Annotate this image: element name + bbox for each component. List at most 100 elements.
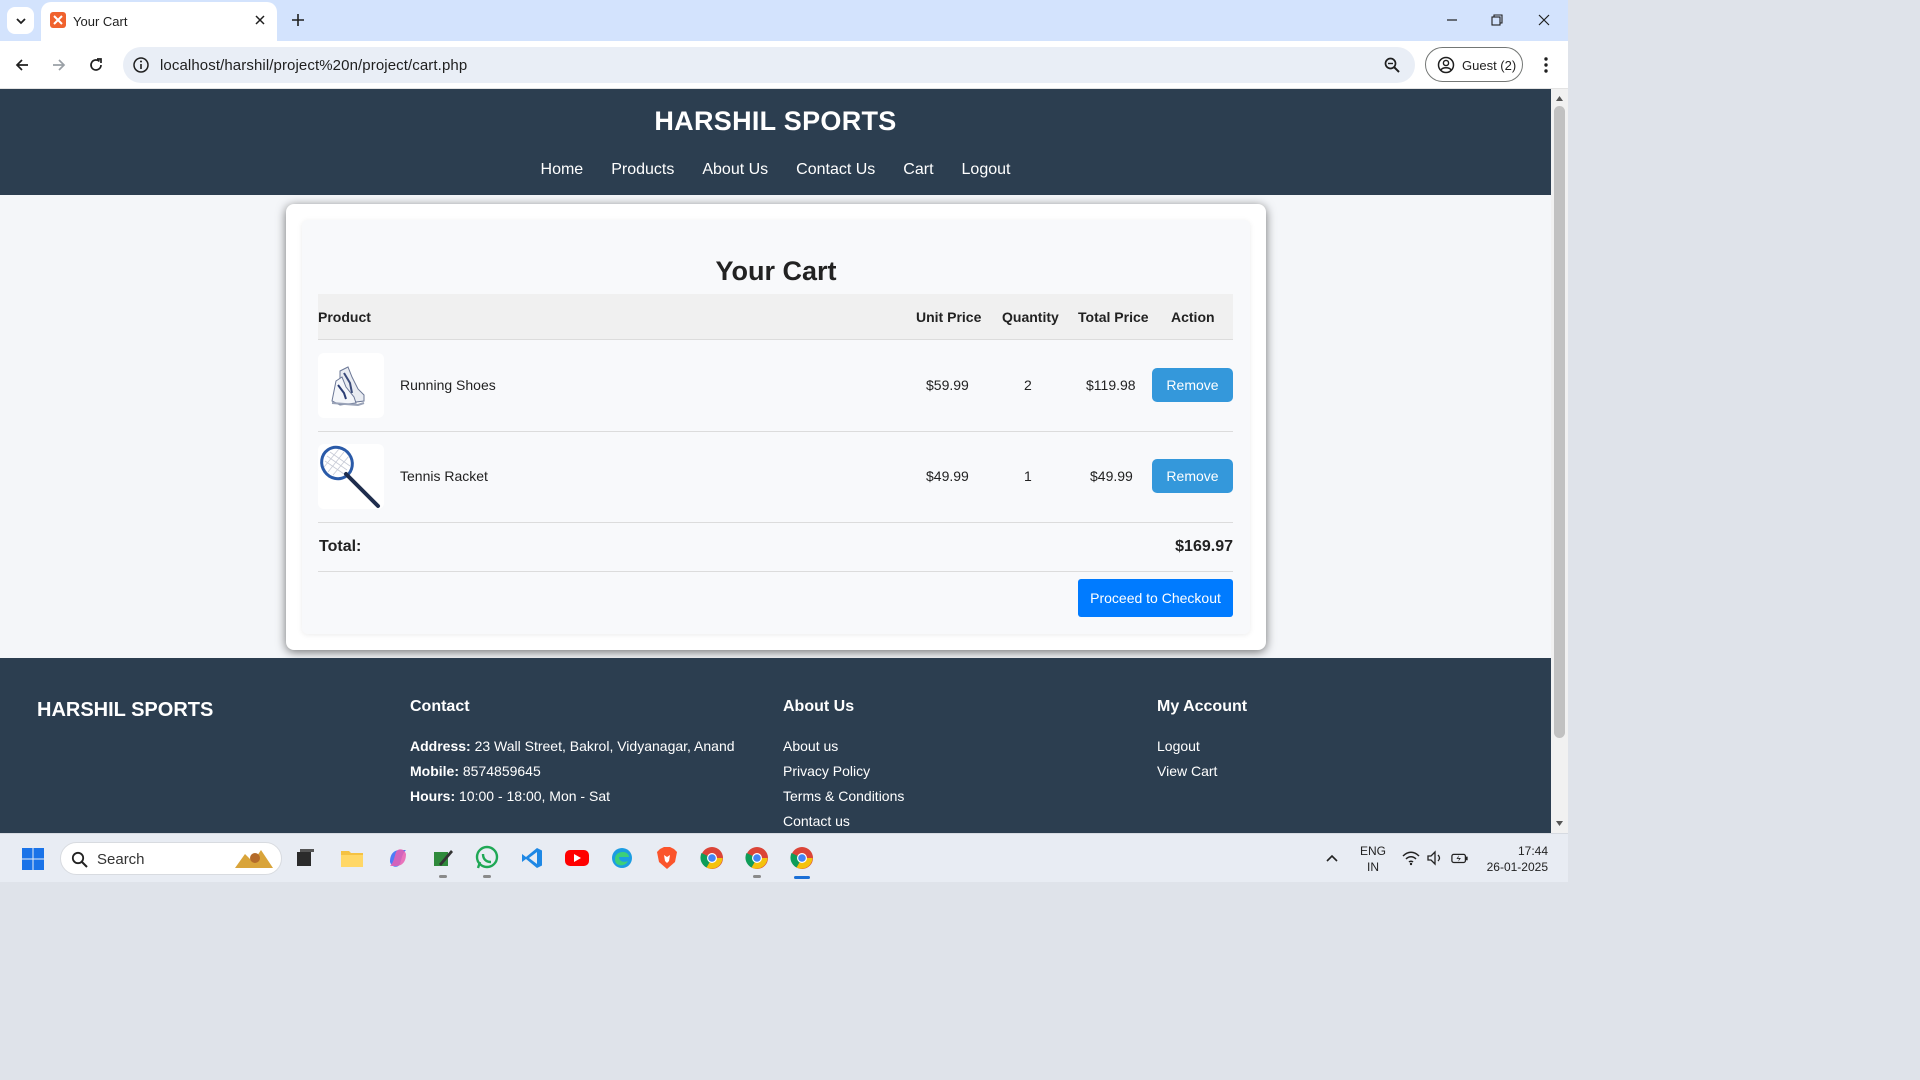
site-info-icon[interactable] [132,56,150,74]
minimize-icon[interactable] [1437,7,1467,33]
col-unit-price: Unit Price [916,309,982,325]
footer-mobile: Mobile: 8574859645 [410,763,541,779]
chrome-active-icon[interactable] [788,844,816,879]
more-menu-icon[interactable] [1536,51,1556,79]
system-clock[interactable]: 17:44 26-01-2025 [1480,843,1548,875]
volume-icon[interactable] [1426,850,1444,866]
chevron-down-icon [15,17,26,24]
wifi-icon[interactable] [1402,850,1420,866]
tab-title: Your Cart [73,14,128,29]
address-bar[interactable]: localhost/harshil/project%20n/project/ca… [123,47,1415,83]
cart-title: Your Cart [715,256,837,286]
total-label: Total: [319,538,362,555]
footer-link-about-us[interactable]: About us [783,734,904,759]
remove-button[interactable]: Remove [1152,459,1233,493]
footer-account: My Account Logout View Cart [1157,698,1247,784]
cart-container: Your Cart Product Unit Price Quantity To… [302,220,1250,634]
nav-cart[interactable]: Cart [903,161,933,179]
whatsapp-icon[interactable] [473,844,501,878]
site-footer: HARSHIL SPORTS Contact Address: 23 Wall … [0,658,1551,833]
language-indicator[interactable]: ENG IN [1360,843,1386,875]
nav-contact-us[interactable]: Contact Us [796,161,875,179]
proceed-to-checkout-button[interactable]: Proceed to Checkout [1078,579,1233,617]
scroll-down-arrow-icon[interactable] [1555,819,1564,828]
forward-arrow-icon[interactable] [45,51,73,79]
scroll-up-arrow-icon[interactable] [1555,94,1564,103]
footer-contact-heading: Contact [410,698,470,715]
quantity: 2 [1024,377,1032,393]
footer-link-privacy-policy[interactable]: Privacy Policy [783,759,904,784]
profile-button[interactable]: Guest (2) [1425,47,1523,82]
unit-price: $59.99 [926,377,969,393]
remove-button[interactable]: Remove [1152,368,1233,402]
scroll-thumb[interactable] [1554,106,1565,738]
page-scrollbar[interactable] [1551,89,1568,833]
task-view-icon[interactable] [291,844,319,872]
copilot-icon[interactable] [384,844,412,872]
back-arrow-icon[interactable] [8,51,36,79]
quantity: 1 [1024,468,1032,484]
chrome-icon[interactable] [698,844,726,872]
reload-icon[interactable] [82,51,110,79]
footer-hours: Hours: 10:00 - 18:00, Mon - Sat [410,788,610,804]
page-viewport: HARSHIL SPORTS Home Products About Us Co… [0,89,1551,833]
url-text[interactable]: localhost/harshil/project%20n/project/ca… [160,57,467,74]
total-price: $49.99 [1090,468,1133,484]
taskbar-search[interactable]: Search [60,842,282,875]
table-row: Running Shoes $59.99 2 $119.98 Remove [318,341,1233,432]
search-highlight-icon [235,850,273,868]
unit-price: $49.99 [926,468,969,484]
total-value: $169.97 [1175,538,1233,555]
footer-link-terms[interactable]: Terms & Conditions [783,784,904,809]
footer-about-heading: About Us [783,698,855,715]
new-tab-plus-icon[interactable] [287,9,309,31]
footer-account-heading: My Account [1157,698,1248,715]
table-row: Tennis Racket $49.99 1 $49.99 Remove [318,432,1233,523]
main-nav: Home Products About Us Contact Us Cart L… [0,161,1551,179]
windows-taskbar: Search ENG IN 17:44 26-01-2025 [0,833,1568,882]
browser-tab[interactable]: Your Cart [41,2,277,41]
restore-icon[interactable] [1482,7,1512,33]
total-price: $119.98 [1086,377,1136,393]
col-action: Action [1171,309,1215,325]
brave-icon[interactable] [653,844,681,872]
file-explorer-icon[interactable] [338,844,366,872]
site-header: HARSHIL SPORTS Home Products About Us Co… [0,89,1551,195]
footer-link-logout[interactable]: Logout [1157,734,1247,759]
zoom-icon[interactable] [1383,56,1401,74]
footer-link-view-cart[interactable]: View Cart [1157,759,1247,784]
cart-table-header: Product Unit Price Quantity Total Price … [318,294,1233,340]
nav-about-us[interactable]: About Us [702,161,768,179]
vscode-icon[interactable] [518,844,546,872]
nav-logout[interactable]: Logout [962,161,1011,179]
product-name: Running Shoes [400,377,496,393]
nav-products[interactable]: Products [611,161,674,179]
taskbar-search-placeholder: Search [97,851,145,868]
windows-start-icon[interactable] [21,847,45,871]
browser-toolbar: localhost/harshil/project%20n/project/ca… [0,41,1568,89]
tennis-racket-image [318,444,384,509]
show-hidden-icons-chevron-up-icon[interactable] [1325,851,1339,865]
pen-app-icon[interactable] [429,844,457,878]
cart-card: Your Cart Product Unit Price Quantity To… [286,204,1266,650]
edge-icon[interactable] [608,844,636,872]
browser-tab-bar: Your Cart [0,0,1568,41]
footer-about: About Us About us Privacy Policy Terms &… [783,698,904,833]
running-shoes-image [318,353,384,418]
cart-total-row: Total: $169.97 [318,522,1233,572]
col-product: Product [318,309,371,325]
chrome-profile-icon[interactable] [743,844,771,878]
tab-search-button[interactable] [7,7,34,34]
footer-address: Address: 23 Wall Street, Bakrol, Vidyana… [410,738,735,754]
product-name: Tennis Racket [400,468,488,484]
youtube-icon[interactable] [563,844,591,872]
battery-icon[interactable] [1451,850,1469,866]
site-title: HARSHIL SPORTS [654,106,897,136]
close-window-icon[interactable] [1529,7,1559,33]
tab-close-icon[interactable] [251,11,269,29]
profile-label: Guest (2) [1462,58,1517,73]
footer-link-contact-us[interactable]: Contact us [783,809,904,833]
nav-home[interactable]: Home [541,161,584,179]
footer-contact: Contact Address: 23 Wall Street, Bakrol,… [410,698,735,809]
col-quantity: Quantity [1002,309,1059,325]
